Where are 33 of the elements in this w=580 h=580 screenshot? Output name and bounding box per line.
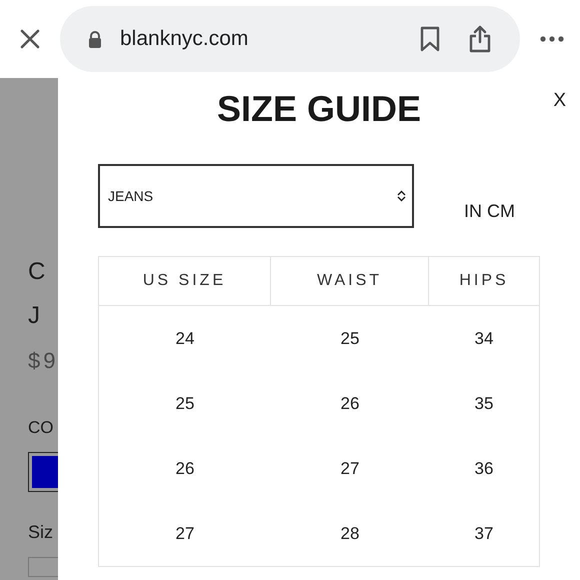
url-text: blanknyc.com <box>120 27 248 51</box>
color-label: CO <box>28 418 54 438</box>
price: $9 <box>28 348 58 374</box>
table-cell-text: 24 <box>174 328 196 350</box>
close-button[interactable]: X <box>553 90 566 112</box>
share-icon[interactable] <box>468 25 492 53</box>
unit-label: IN CM <box>464 201 515 223</box>
more-icon[interactable] <box>540 36 564 42</box>
column-header: WAIST <box>271 257 429 306</box>
modal-title: SIZE GUIDE <box>216 88 422 130</box>
close-icon[interactable] <box>20 29 40 49</box>
table-cell-text: 34 <box>474 328 494 350</box>
column-header: HIPS <box>429 257 539 306</box>
table-cell-text: 27 <box>174 522 196 544</box>
bookmark-icon[interactable] <box>420 26 440 52</box>
product-title: J <box>28 302 48 330</box>
category-select[interactable]: JEANS <box>98 164 414 228</box>
table-cell-text: 35 <box>474 392 494 414</box>
table-cell-text: 25 <box>174 392 196 414</box>
product-title: C <box>28 258 54 286</box>
column-header: US SIZE <box>99 257 271 306</box>
table-cell-text: 36 <box>474 458 494 480</box>
size-label: Siz <box>28 522 54 543</box>
table-cell-text: 25 <box>340 328 360 350</box>
address-bar[interactable]: blanknyc.com <box>60 6 520 72</box>
color-swatch[interactable] <box>28 452 58 492</box>
table-cell-text: 26 <box>174 458 196 480</box>
table-cell-text: 37 <box>474 522 494 544</box>
chevron-icon <box>397 190 406 202</box>
lock-icon <box>88 30 102 48</box>
table-cell-text: 28 <box>340 522 360 544</box>
table-cell-text: 26 <box>340 392 360 414</box>
table-cell-text: 27 <box>340 458 360 480</box>
